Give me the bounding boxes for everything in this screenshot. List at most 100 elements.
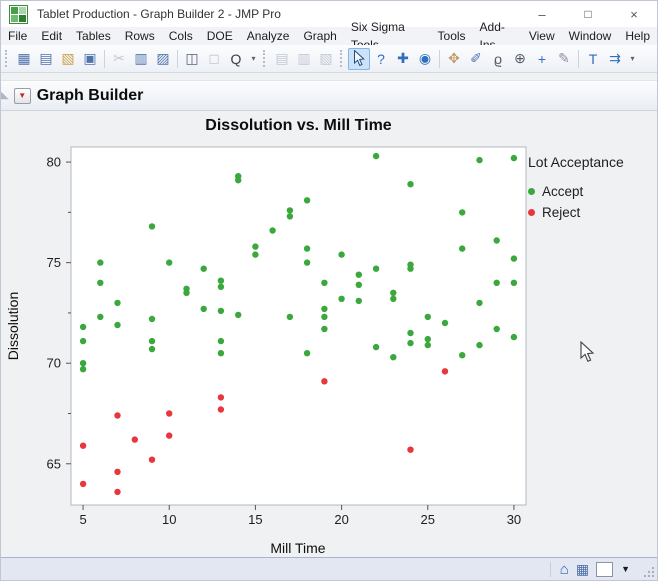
toolbar-overflow-2-button[interactable]: ▾ [626,48,639,70]
data-point-accept[interactable] [494,237,500,243]
red-triangle-menu-button[interactable]: ▼ [14,88,31,104]
data-point-accept[interactable] [218,308,224,314]
data-point-accept[interactable] [149,316,155,322]
data-point-accept[interactable] [442,320,448,326]
data-point-accept[interactable] [166,259,172,265]
data-point-accept[interactable] [218,338,224,344]
data-point-reject[interactable] [132,436,138,442]
data-point-accept[interactable] [407,266,413,272]
data-point-accept[interactable] [287,314,293,320]
save-button[interactable]: ▣ [79,48,101,70]
menu-item-analyze[interactable]: Analyze [240,27,297,45]
data-point-accept[interactable] [252,251,258,257]
menu-item-rows[interactable]: Rows [118,27,162,45]
data-table-window-icon[interactable]: ▦ [576,562,589,576]
new-data-table-button[interactable]: ▦ [13,48,35,70]
data-point-accept[interactable] [218,278,224,284]
data-point-accept[interactable] [356,282,362,288]
data-point-accept[interactable] [321,306,327,312]
data-point-reject[interactable] [114,412,120,418]
toolbar-drag-handle[interactable] [5,50,10,67]
menu-item-edit[interactable]: Edit [34,27,69,45]
menu-item-file[interactable]: File [1,27,34,45]
data-point-reject[interactable] [166,432,172,438]
data-point-accept[interactable] [425,342,431,348]
outline-collapse-icon[interactable]: ◣ [1,91,9,101]
grabber-tool-button[interactable]: ✥ [443,48,465,70]
data-point-accept[interactable] [114,322,120,328]
search-button[interactable]: Q [225,48,247,70]
data-point-accept[interactable] [97,314,103,320]
menu-item-view[interactable]: View [522,27,562,45]
data-point-accept[interactable] [476,157,482,163]
data-point-accept[interactable] [235,177,241,183]
plot-area[interactable] [71,147,526,505]
data-point-accept[interactable] [476,342,482,348]
data-point-reject[interactable] [80,443,86,449]
data-point-accept[interactable] [338,296,344,302]
data-filter-button[interactable]: ◫ [181,48,203,70]
toolbar-overflow-1-button[interactable]: ▾ [247,48,260,70]
data-point-reject[interactable] [114,489,120,495]
data-point-accept[interactable] [149,346,155,352]
paste-button[interactable]: ▨ [152,48,174,70]
brush-tool-button[interactable]: ✐ [465,48,487,70]
annotate-line-tool-button[interactable]: ⇉ [604,48,626,70]
data-point-accept[interactable] [80,338,86,344]
data-point-reject[interactable] [321,378,327,384]
toolbar-drag-handle[interactable] [340,50,345,67]
data-point-accept[interactable] [252,243,258,249]
data-point-reject[interactable] [166,410,172,416]
eraser-tool-button[interactable]: ✎ [553,48,575,70]
data-point-accept[interactable] [304,245,310,251]
toolbar-drag-handle[interactable] [263,50,268,67]
data-point-accept[interactable] [149,338,155,344]
maximize-button[interactable]: □ [565,1,611,27]
data-point-accept[interactable] [183,290,189,296]
data-point-accept[interactable] [287,207,293,213]
data-point-accept[interactable] [218,350,224,356]
data-point-accept[interactable] [425,336,431,342]
menu-item-window[interactable]: Window [562,27,619,45]
menu-item-cols[interactable]: Cols [162,27,200,45]
data-point-accept[interactable] [304,259,310,265]
data-point-accept[interactable] [97,259,103,265]
data-point-accept[interactable] [218,284,224,290]
data-point-accept[interactable] [321,280,327,286]
data-point-accept[interactable] [459,352,465,358]
data-point-accept[interactable] [476,300,482,306]
target-tool-button[interactable]: ◉ [414,48,436,70]
menu-item-tools[interactable]: Tools [431,27,473,45]
data-point-accept[interactable] [304,350,310,356]
menu-item-help[interactable]: Help [618,27,657,45]
data-point-accept[interactable] [80,324,86,330]
data-point-reject[interactable] [218,406,224,412]
data-point-accept[interactable] [114,300,120,306]
data-point-accept[interactable] [459,209,465,215]
data-point-accept[interactable] [356,298,362,304]
resize-grip[interactable] [644,567,655,578]
minimize-button[interactable]: – [519,1,565,27]
legend-item-reject[interactable]: Reject [528,204,658,220]
data-point-accept[interactable] [511,280,517,286]
data-point-reject[interactable] [442,368,448,374]
data-point-accept[interactable] [407,330,413,336]
data-point-accept[interactable] [390,290,396,296]
home-window-icon[interactable]: ⌂ [560,562,569,577]
data-point-accept[interactable] [373,153,379,159]
help-tool-button[interactable]: ? [370,48,392,70]
menu-item-graph[interactable]: Graph [296,27,343,45]
data-point-accept[interactable] [321,326,327,332]
lasso-tool-button[interactable]: ϱ [487,48,509,70]
data-point-accept[interactable] [407,181,413,187]
annotate-text-tool-button[interactable]: T [582,48,604,70]
data-point-accept[interactable] [80,360,86,366]
magnifier-tool-button[interactable]: ⊕ [509,48,531,70]
window-list-box[interactable] [596,562,613,577]
data-point-accept[interactable] [97,280,103,286]
data-point-accept[interactable] [511,334,517,340]
close-button[interactable]: × [611,1,657,27]
data-point-reject[interactable] [114,469,120,475]
data-point-accept[interactable] [80,366,86,372]
menu-item-tables[interactable]: Tables [69,27,118,45]
